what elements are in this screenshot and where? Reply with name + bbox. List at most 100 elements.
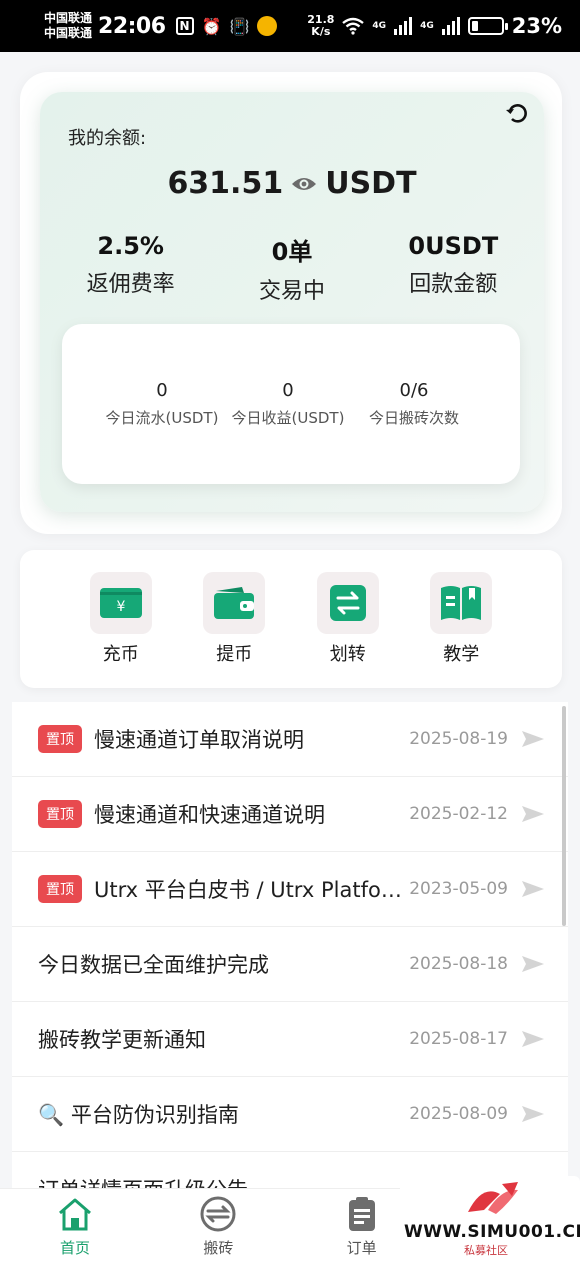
action-icon-box[interactable] xyxy=(203,572,266,634)
refresh-icon[interactable] xyxy=(504,100,530,126)
list-item[interactable]: 置顶 慢速通道订单取消说明 2025-08-19 xyxy=(12,702,568,777)
balance-card: 我的余额: 631.51 USDT 2.5% 返佣费率 0单 交易中 0USDT… xyxy=(40,92,544,512)
net-speed: 21.8 K/s xyxy=(307,14,334,38)
balance-stats: 2.5% 返佣费率 0单 交易中 0USDT 回款金额 xyxy=(40,232,544,305)
action-label: 提币 xyxy=(216,644,253,665)
swap-coin-icon xyxy=(200,1196,236,1232)
notice-date: 2025-08-18 xyxy=(409,954,508,974)
watermark-logo-icon xyxy=(468,1182,518,1214)
send-arrow-icon xyxy=(522,881,544,897)
signal-icon-1 xyxy=(394,17,413,35)
watermark-subtitle: 私募社区 xyxy=(464,1244,508,1257)
watermark-url: WWW.SIMU001.CN xyxy=(404,1222,580,1242)
action-icon-box[interactable] xyxy=(316,572,379,634)
action-label: 划转 xyxy=(329,644,366,665)
battery-icon xyxy=(467,17,508,35)
action-withdraw[interactable]: 提币 xyxy=(194,572,274,688)
eye-toggle-icon[interactable] xyxy=(291,174,317,194)
stat-value: 2.5% xyxy=(97,232,164,260)
weibo-icon xyxy=(257,16,278,36)
send-arrow-icon xyxy=(522,1106,544,1122)
signal-icon-2 xyxy=(441,17,460,35)
list-item[interactable]: 置顶 慢速通道和快速通道说明 2025-02-12 xyxy=(12,777,568,852)
action-label: 充币 xyxy=(102,644,139,665)
nav-orders[interactable]: 订单 xyxy=(317,1195,407,1262)
action-label: 教学 xyxy=(443,644,480,665)
notice-date: 2025-02-12 xyxy=(409,804,508,824)
deposit-symbol: ¥ xyxy=(116,599,125,615)
list-scrollbar[interactable] xyxy=(562,706,566,926)
today-flow-value: 0 xyxy=(156,380,168,401)
net-speed-unit: K/s xyxy=(311,25,331,38)
stat-label: 返佣费率 xyxy=(86,272,175,297)
today-count-label: 今日搬砖次数 xyxy=(368,409,459,427)
send-arrow-icon xyxy=(522,806,544,822)
clipboard-icon xyxy=(348,1197,375,1231)
stat-trading: 0单 交易中 xyxy=(217,232,367,305)
nav-label: 搬砖 xyxy=(203,1239,234,1257)
notice-date: 2025-08-19 xyxy=(409,729,508,749)
vibrate-icon: 📳 xyxy=(229,16,250,36)
today-summary-card: 0 今日流水(USDT) 0 今日收益(USDT) 0/6 今日搬砖次数 xyxy=(62,324,520,484)
send-arrow-icon xyxy=(522,1031,544,1047)
list-item[interactable]: 置顶 Utrx 平台白皮书 / Utrx Platform 2023-05-09 xyxy=(12,852,568,927)
carrier-names: 中国联通 中国联通 xyxy=(44,11,92,41)
home-icon xyxy=(59,1198,91,1231)
battery-percent: 23% xyxy=(511,14,562,38)
carrier-2: 中国联通 xyxy=(44,26,93,40)
nav-home[interactable]: 首页 xyxy=(30,1195,120,1262)
status-bar: 中国联通 中国联通 22:06 N ⏰ 📳 21.8 K/s 4G 4G 23% xyxy=(0,0,580,52)
list-item[interactable]: 搬砖教学更新通知 2025-08-17 xyxy=(12,1002,568,1077)
action-transfer[interactable]: 划转 xyxy=(308,572,388,688)
list-item[interactable]: 今日数据已全面维护完成 2025-08-18 xyxy=(12,927,568,1002)
pinned-badge: 置顶 xyxy=(38,800,82,828)
today-income-label: 今日收益(USDT) xyxy=(231,409,345,427)
transfer-icon xyxy=(329,585,366,621)
today-flow-label: 今日流水(USDT) xyxy=(105,409,219,427)
clock: 22:06 xyxy=(98,13,166,39)
action-deposit[interactable]: ¥ 充币 xyxy=(81,572,161,688)
balance-label: 我的余额: xyxy=(68,128,147,149)
notice-title: 🔍 平台防伪识别指南 xyxy=(38,1103,239,1127)
notice-title: 今日数据已全面维护完成 xyxy=(38,953,269,977)
status-icons: N ⏰ 📳 xyxy=(175,16,278,36)
wallet-icon xyxy=(214,587,255,619)
notice-date: 2025-08-17 xyxy=(409,1029,508,1049)
action-icon-box[interactable]: ¥ xyxy=(89,572,152,634)
pinned-badge: 置顶 xyxy=(38,725,82,753)
notice-title: Utrx 平台白皮书 / Utrx Platform xyxy=(94,878,404,902)
balance-unit: USDT xyxy=(325,166,417,201)
site-watermark: WWW.SIMU001.CN 私募社区 xyxy=(400,1176,580,1262)
today-count-value: 0/6 xyxy=(399,380,429,401)
action-icon-box[interactable] xyxy=(430,572,493,634)
carrier-1: 中国联通 xyxy=(44,11,93,25)
quick-actions: ¥ 充币 提币 划转 教学 xyxy=(20,550,562,688)
announcement-list: 置顶 慢速通道订单取消说明 2025-08-19 置顶 慢速通道和快速通道说明 … xyxy=(12,702,568,1188)
nav-label: 订单 xyxy=(346,1239,377,1257)
nav-swap[interactable]: 搬砖 xyxy=(173,1195,263,1262)
stat-label: 交易中 xyxy=(258,279,325,304)
today-count: 0/6 今日搬砖次数 xyxy=(354,380,474,428)
network-type-1: 4G xyxy=(372,21,387,31)
stat-value: 0USDT xyxy=(408,232,499,260)
list-item[interactable]: 🔍 平台防伪识别指南 2025-08-09 xyxy=(12,1077,568,1152)
today-income-value: 0 xyxy=(282,380,294,401)
balance-amount-row: 631.51 USDT xyxy=(40,166,544,201)
today-flow: 0 今日流水(USDT) xyxy=(102,380,222,428)
network-type-2: 4G xyxy=(420,21,434,31)
stat-refund-amount: 0USDT 回款金额 xyxy=(378,232,528,305)
notice-date: 2023-05-09 xyxy=(409,879,508,899)
notice-title: 慢速通道订单取消说明 xyxy=(94,728,304,752)
send-arrow-icon xyxy=(522,731,544,747)
today-income: 0 今日收益(USDT) xyxy=(228,380,348,428)
stat-label: 回款金额 xyxy=(409,272,498,297)
wifi-icon xyxy=(342,17,365,35)
notice-title: 慢速通道和快速通道说明 xyxy=(94,803,325,827)
stat-rebate-rate: 2.5% 返佣费率 xyxy=(56,232,206,305)
action-tutorial[interactable]: 教学 xyxy=(421,572,501,688)
deposit-card-icon: ¥ xyxy=(99,588,142,618)
nfc-icon: N xyxy=(175,17,194,35)
nav-label: 首页 xyxy=(59,1239,90,1257)
pinned-badge: 置顶 xyxy=(38,875,82,903)
alarm-icon: ⏰ xyxy=(201,16,222,36)
